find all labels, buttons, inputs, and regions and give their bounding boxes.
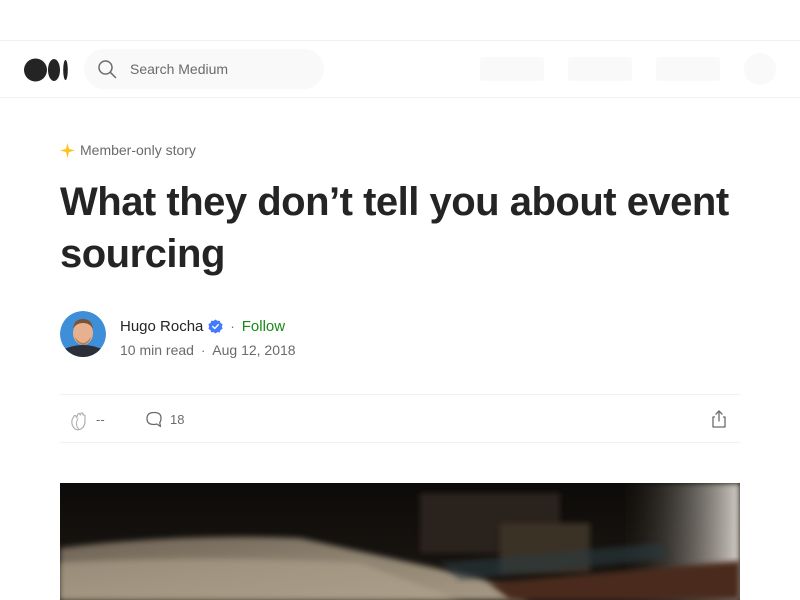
article-title: What they don’t tell you about event sou… (60, 180, 729, 276)
nav-placeholder-2 (568, 57, 632, 81)
user-avatar-placeholder[interactable] (744, 53, 776, 85)
author-line: Hugo Rocha · Follow (120, 316, 285, 336)
meta-separator: · (200, 342, 206, 358)
action-bar: -- 18 (60, 394, 740, 443)
search-icon (98, 60, 117, 79)
response-icon[interactable] (144, 409, 164, 429)
search-input[interactable] (130, 49, 310, 89)
nav-placeholder-3 (656, 57, 720, 81)
response-count: 18 (170, 412, 185, 427)
clap-count: -- (96, 412, 105, 427)
author-name[interactable]: Hugo Rocha (120, 318, 203, 335)
author-separator: · (230, 318, 235, 334)
author-photo-icon (60, 311, 106, 357)
clap-icon[interactable] (68, 408, 92, 432)
read-time: 10 min read (120, 342, 194, 358)
publish-date: Aug 12, 2018 (212, 342, 296, 358)
follow-button[interactable]: Follow (242, 318, 285, 335)
member-only-text: Member-only story (80, 142, 196, 158)
hero-photo-icon (60, 483, 740, 600)
top-strip (0, 0, 800, 41)
verified-badge-icon (208, 318, 223, 334)
hero-image (60, 483, 740, 600)
author-avatar[interactable] (60, 311, 106, 357)
nav-placeholder-1 (480, 57, 544, 81)
medium-logo-icon[interactable] (24, 58, 70, 82)
member-only-label: Member-only story (60, 140, 196, 160)
search-bar[interactable] (84, 49, 324, 89)
star-icon (60, 142, 75, 158)
article-meta: 10 min read · Aug 12, 2018 (120, 341, 296, 359)
share-icon[interactable] (708, 408, 730, 430)
navbar (0, 41, 800, 98)
